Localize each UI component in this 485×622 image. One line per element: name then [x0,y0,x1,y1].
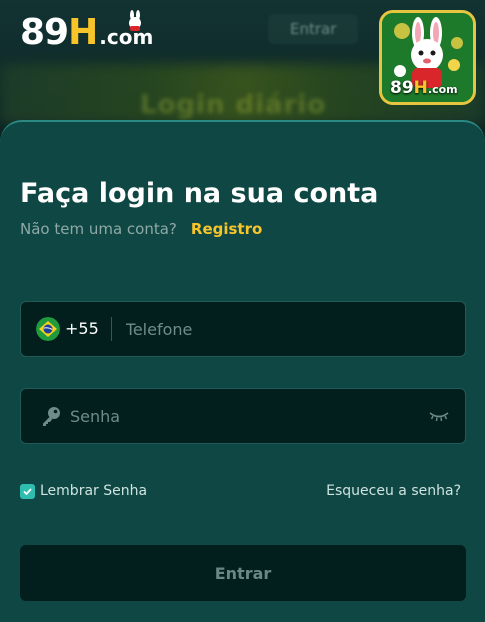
background-login-button-label: Entrar [290,20,337,38]
background-banner-text: Login diário [140,90,327,120]
key-icon [43,407,60,426]
register-prompt: Não tem uma conta? Registro [20,220,262,238]
checkmark-icon [23,487,32,495]
password-field[interactable] [20,388,466,444]
rabbit-mascot-icon [129,10,141,31]
remember-password[interactable]: Lembrar Senha [20,483,147,499]
page-title: Faça login na sua conta [20,178,379,209]
eye-closed-icon[interactable] [429,410,449,422]
app-icon[interactable]: 89H.com [379,10,476,105]
app-icon-label: 89H.com [390,78,458,98]
remember-label: Lembrar Senha [40,483,148,499]
logo-number: 89 [20,12,69,53]
login-card: Faça login na sua conta Não tem uma cont… [0,120,485,622]
password-input[interactable] [70,389,410,443]
country-code[interactable]: +55 [65,317,112,341]
logo-letter: H [68,12,99,53]
brazil-flag-icon[interactable] [36,317,60,341]
site-logo[interactable]: 89 H .com [20,10,153,53]
forgot-password-link[interactable]: Esqueceu a senha? [326,483,461,499]
remember-checkbox[interactable] [20,483,35,499]
phone-input[interactable] [125,302,446,356]
no-account-text: Não tem uma conta? [20,220,177,238]
register-link[interactable]: Registro [191,220,262,238]
login-submit-button[interactable]: Entrar [20,545,466,601]
phone-field[interactable]: +55 [20,301,466,357]
